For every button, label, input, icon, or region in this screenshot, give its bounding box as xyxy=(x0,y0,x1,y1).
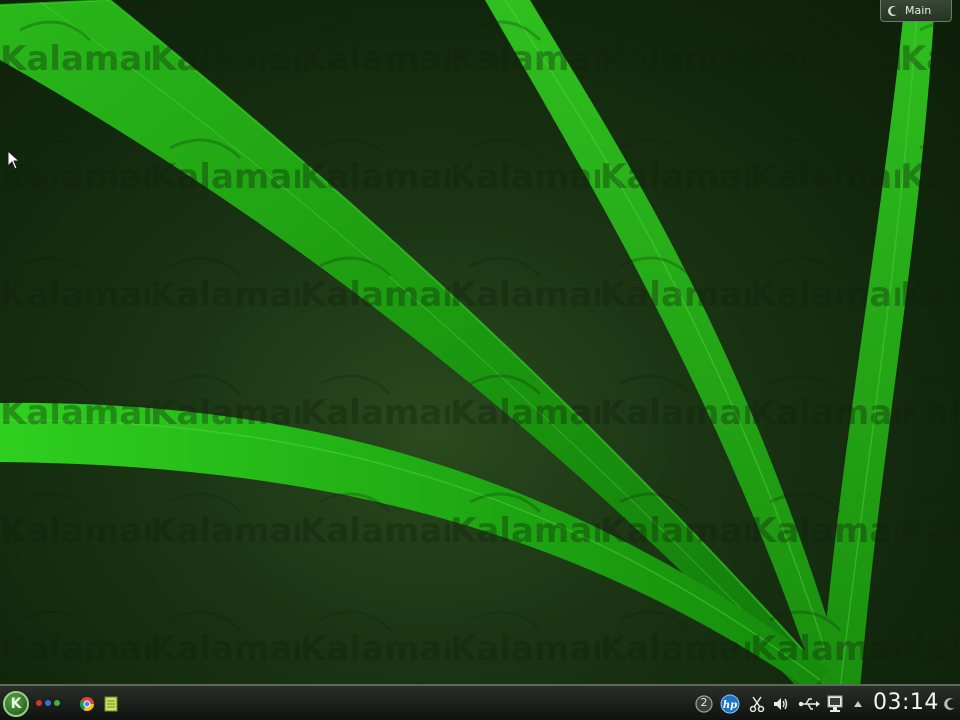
hp-printer-icon[interactable]: hp xyxy=(719,694,741,714)
activity-label: Main xyxy=(905,4,932,17)
desktop[interactable]: Kalamar Main K xyxy=(0,0,960,720)
activity-switcher-button[interactable]: Main xyxy=(880,0,952,22)
wallpaper: Kalamar xyxy=(0,0,960,691)
taskbar-panel: K 2 hp 03:14 xyxy=(0,684,960,720)
mouse-cursor-icon xyxy=(7,150,21,170)
notifications-icon[interactable]: 2 xyxy=(694,694,714,714)
digital-clock[interactable]: 03:14 xyxy=(873,690,939,715)
arrow-up-icon[interactable] xyxy=(851,694,865,714)
notification-count: 2 xyxy=(700,696,708,709)
pager-desktop-1[interactable] xyxy=(36,700,42,706)
usb-icon[interactable] xyxy=(797,694,821,714)
volume-icon[interactable] xyxy=(771,694,791,714)
k-menu-icon[interactable]: K xyxy=(3,691,29,717)
chrome-icon[interactable] xyxy=(77,694,97,714)
launcher-letter: K xyxy=(10,696,22,712)
network-icon[interactable] xyxy=(825,694,845,714)
scissors-icon[interactable] xyxy=(747,694,767,714)
pager-desktop-2[interactable] xyxy=(45,700,51,706)
svg-text:hp: hp xyxy=(723,700,737,711)
virtual-desktop-pager-icon[interactable] xyxy=(36,700,60,706)
cashew-icon xyxy=(888,5,897,16)
file-manager-icon[interactable] xyxy=(101,694,121,714)
dashboard-toolbox-icon[interactable] xyxy=(941,694,959,714)
pager-desktop-3[interactable] xyxy=(54,700,60,706)
